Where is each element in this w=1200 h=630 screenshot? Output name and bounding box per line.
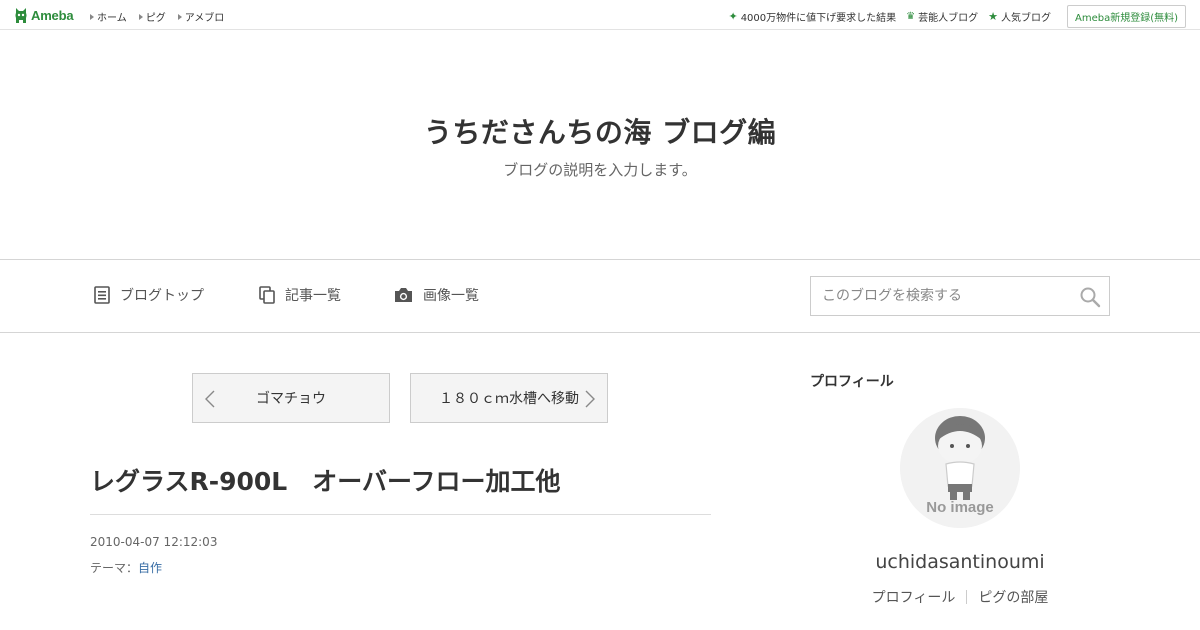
global-header: Ameba ホーム ピグ アメブロ ✦ 4000万物件に値下げ要求した結果 ♛ … (0, 0, 1200, 30)
header-right-links: ✦ 4000万物件に値下げ要求した結果 ♛ 芸能人ブログ ★ 人気ブログ Ame… (728, 5, 1186, 28)
next-article-label: １８０ｃｍ水槽へ移動 (439, 391, 579, 407)
theme-prefix: テーマ： (90, 561, 139, 575)
popular-blog-label: 人気ブログ (1000, 13, 1051, 24)
blog-nav: ブログトップ 記事一覧 画像一覧 (0, 259, 1200, 333)
blog-header: うちださんちの海 ブログ編 ブログの説明を入力します。 (0, 31, 1200, 259)
chevron-right-icon (585, 390, 595, 408)
link-separator (966, 590, 968, 604)
document-icon (94, 286, 110, 304)
chevron-left-icon (205, 390, 215, 408)
global-nav-ameblo[interactable]: アメブロ (177, 9, 225, 24)
sparkle-icon: ✦ (728, 10, 738, 23)
search-input[interactable] (811, 277, 1071, 315)
prev-article-label: ゴマチョウ (256, 391, 326, 407)
article-theme: テーマ： 自作 (90, 559, 162, 576)
global-nav-pigg[interactable]: ピグ (138, 9, 166, 24)
no-image-label: No image (926, 499, 994, 516)
ameba-logo[interactable]: Ameba (14, 6, 74, 24)
camera-icon (395, 288, 412, 302)
global-nav: ホーム ピグ アメブロ (90, 9, 224, 24)
nav-article-list[interactable]: 記事一覧 (259, 285, 341, 305)
global-nav-label: アメブロ (184, 13, 225, 24)
nav-label: 記事一覧 (285, 288, 341, 304)
crown-icon: ♛ (906, 11, 916, 22)
copy-icon (259, 286, 275, 304)
celebrity-blog-label: 芸能人ブログ (918, 13, 979, 24)
prev-article-button[interactable]: ゴマチョウ (192, 373, 390, 423)
register-button[interactable]: Ameba新規登録(無料) (1066, 5, 1186, 28)
nav-image-list[interactable]: 画像一覧 (394, 285, 479, 305)
nav-label: ブログトップ (120, 288, 204, 304)
search-icon[interactable] (1079, 286, 1101, 308)
nav-blog-top[interactable]: ブログトップ (94, 285, 204, 305)
next-article-button[interactable]: １８０ｃｍ水槽へ移動 (410, 373, 608, 423)
global-nav-label: ピグ (145, 13, 166, 24)
celebrity-blog-link[interactable]: ♛ 芸能人ブログ (906, 9, 978, 24)
triangle-right-icon (177, 13, 182, 20)
profile-link[interactable]: プロフィール (872, 587, 956, 607)
pigg-room-link[interactable]: ピグの部屋 (978, 587, 1048, 607)
profile-links: プロフィール ピグの部屋 (810, 587, 1110, 607)
global-nav-label: ホーム (97, 13, 127, 24)
nav-label: 画像一覧 (423, 288, 479, 304)
ameba-mascot-icon (15, 8, 27, 23)
profile-username[interactable]: uchidasantinoumi (810, 551, 1110, 573)
title-divider (90, 514, 711, 515)
triangle-right-icon (138, 13, 143, 20)
global-nav-home[interactable]: ホーム (90, 9, 127, 24)
blog-title[interactable]: うちださんちの海 ブログ編 (0, 111, 1200, 151)
logo-text: Ameba (31, 7, 74, 23)
article-title[interactable]: レグラスR-900L オーバーフロー加工他 (90, 462, 561, 498)
blog-search (810, 276, 1110, 316)
article-date: 2010-04-07 12:12:03 (90, 535, 218, 549)
theme-link[interactable]: 自作 (138, 559, 162, 576)
star-icon: ★ (988, 10, 998, 23)
featured-link[interactable]: ✦ 4000万物件に値下げ要求した結果 (728, 9, 896, 24)
profile-heading: プロフィール (810, 374, 894, 390)
blog-description: ブログの説明を入力します。 (503, 161, 697, 179)
popular-blog-link[interactable]: ★ 人気ブログ (988, 9, 1051, 24)
featured-link-label: 4000万物件に値下げ要求した結果 (740, 13, 897, 24)
avatar[interactable]: No image (900, 408, 1020, 528)
triangle-right-icon (90, 13, 94, 20)
